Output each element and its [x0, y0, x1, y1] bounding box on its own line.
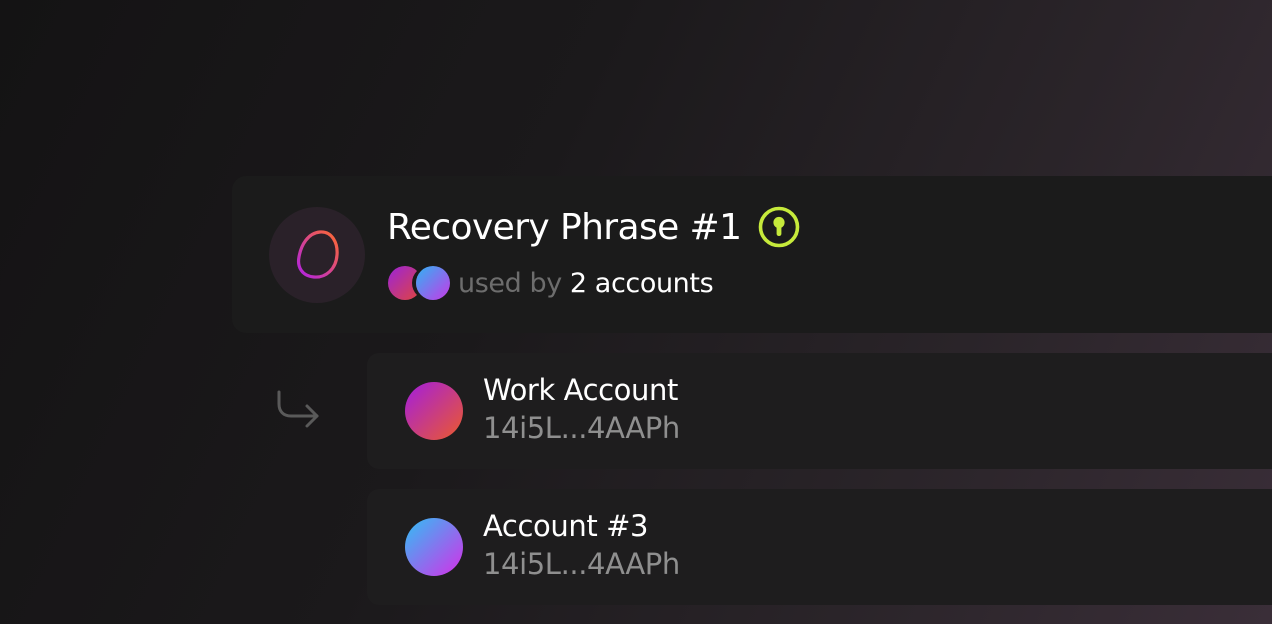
phrase-blob-icon [296, 230, 339, 279]
account-name: Work Account [483, 373, 678, 407]
subdirectory-arrow-icon [277, 390, 319, 428]
account-address: 14i5L...4AAPh [483, 547, 680, 581]
used-by-label: used by [458, 267, 562, 299]
used-by-count: 2 accounts [569, 267, 714, 299]
account-avatars-stack [388, 265, 452, 301]
key-icon [759, 206, 800, 248]
list-item[interactable]: Work Account 14i5L...4AAPh [367, 353, 1272, 469]
recovery-phrase-title: Recovery Phrase #1 [387, 206, 742, 248]
avatar [416, 266, 450, 300]
recovery-phrase-avatar [269, 207, 365, 303]
account-name: Account #3 [483, 509, 649, 543]
recovery-phrase-card[interactable] [232, 176, 1272, 333]
avatar [405, 382, 463, 440]
list-item[interactable]: Account #3 14i5L...4AAPh [367, 489, 1272, 605]
recovery-phrase-header: Recovery Phrase #1 [387, 203, 801, 251]
avatar [405, 518, 463, 576]
account-address: 14i5L...4AAPh [483, 411, 680, 445]
used-by-summary: used by 2 accounts [388, 264, 714, 302]
